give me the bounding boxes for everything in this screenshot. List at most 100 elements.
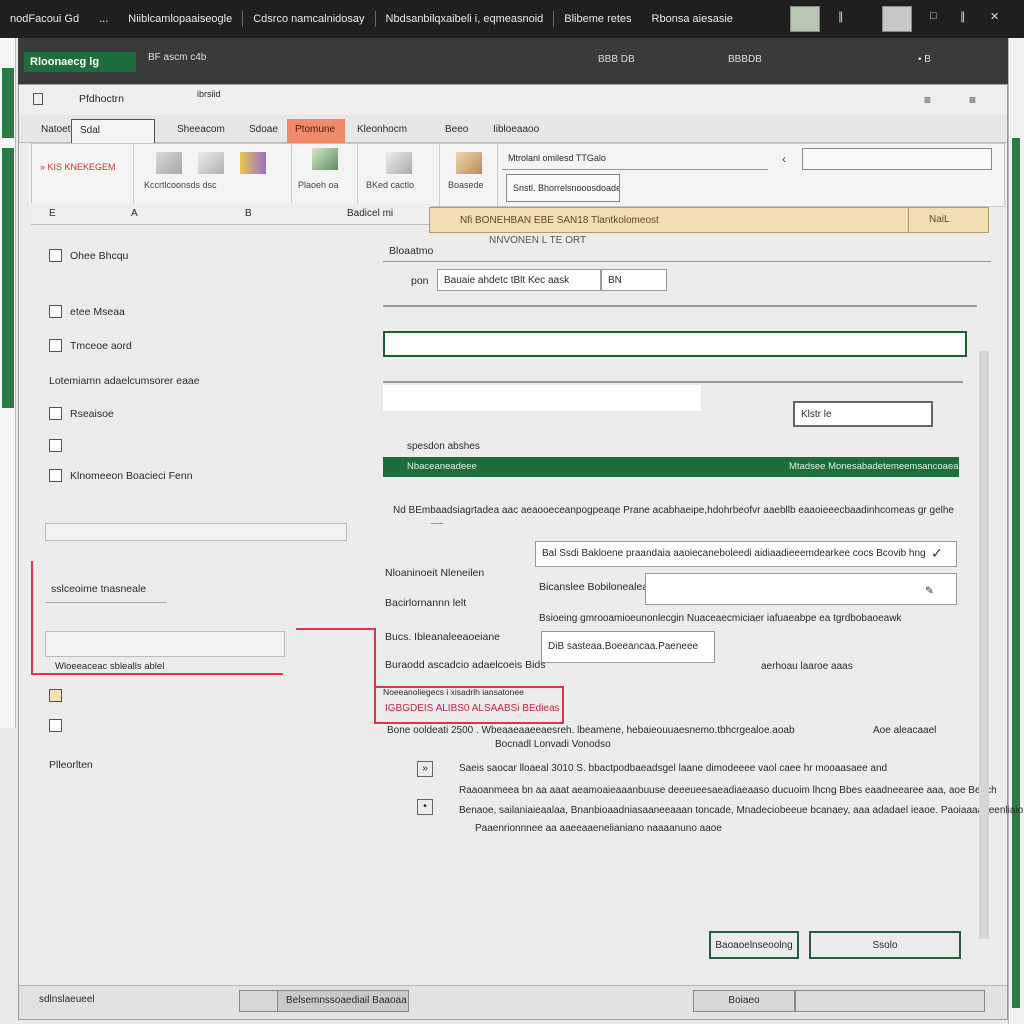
checkbox[interactable] — [49, 439, 62, 452]
field-group-label: sslceoime tnasneale — [51, 583, 147, 595]
option-row[interactable] — [49, 719, 70, 732]
tab-sheeacom[interactable]: Sheeacom — [169, 119, 233, 143]
paint-icon[interactable] — [198, 152, 224, 174]
header-label[interactable]: • B — [918, 54, 931, 65]
taskbar-item[interactable]: Blibeme retes — [554, 13, 641, 25]
row-field-end[interactable]: BN — [601, 269, 667, 291]
pane-icon[interactable]: ∥ — [960, 10, 966, 23]
small-field[interactable]: Klstr le — [793, 401, 933, 427]
checkbox[interactable] — [49, 407, 62, 420]
column-label[interactable]: A — [131, 208, 138, 219]
scrollbar[interactable] — [979, 351, 989, 939]
highlight-text[interactable]: IGBGDEIS ALIBS0 ALSAABSi BEdieas — [385, 703, 560, 714]
section-title: Bloaatmo — [389, 245, 434, 257]
format-icon[interactable] — [156, 152, 182, 174]
value-input[interactable] — [383, 385, 701, 411]
tab-iibloeaaoo[interactable]: Iibloeaaoo — [485, 119, 547, 143]
taskbar-ellipsis: ... — [99, 13, 109, 25]
text-field[interactable] — [45, 631, 285, 657]
menu-title[interactable]: Pfdhoctrn — [79, 93, 124, 105]
row-line-sub: Bocnadl Lonvadi Vonodso — [495, 739, 611, 750]
ribbon-search-input[interactable] — [802, 148, 992, 170]
divider — [431, 523, 443, 524]
status-extra[interactable] — [795, 990, 985, 1012]
column-label[interactable]: E — [49, 208, 56, 219]
close-icon[interactable]: ✕ — [990, 10, 999, 23]
bullet-icon[interactable]: • — [417, 799, 433, 815]
menu-icon[interactable]: ≡ — [924, 93, 931, 107]
column-label[interactable]: Badicel mi — [347, 208, 393, 219]
ribbon-button-label[interactable]: Plaoeh oa — [298, 180, 339, 190]
warning-banner: Nfi BONEHBAN EBE SAN18 Tlantkolomeost Na… — [429, 207, 989, 233]
checkbox[interactable] — [49, 469, 62, 482]
column-label[interactable]: B — [245, 208, 252, 219]
option-row[interactable] — [49, 439, 70, 452]
file-icon[interactable] — [33, 93, 43, 105]
option-row[interactable]: Klnomeeon Boacieci Fenn — [49, 469, 193, 482]
table-icon[interactable] — [312, 148, 338, 170]
option-label: Klnomeeon Boacieci Fenn — [70, 469, 193, 482]
divider — [383, 381, 963, 383]
checkbox[interactable] — [49, 719, 62, 732]
status-middle[interactable]: Belsemnssoaediail Baaoaa — [277, 990, 409, 1012]
ribbon-group: Boasede — [442, 144, 498, 206]
taskbar-item[interactable]: Niiblcamlopaaiseogle — [118, 13, 242, 25]
checkbox[interactable] — [49, 689, 62, 702]
minimize-icon[interactable]: □ — [930, 10, 937, 22]
taskbar-item[interactable]: nodFacoui Gd — [0, 13, 89, 25]
checkbox[interactable] — [49, 249, 62, 262]
form-label: Bucs. Ibleanaleeaoeiane — [385, 631, 501, 643]
taskbar-item[interactable]: Rbonsa aiesasie — [642, 13, 743, 25]
properties-panel: Bloaatmo pon Bauaie ahdetc tBlt Kec aask… — [379, 235, 1023, 955]
row-field[interactable]: Bauaie ahdetc tBlt Kec aask — [437, 269, 601, 291]
banner-action[interactable]: NaiL — [908, 208, 988, 232]
option-row[interactable]: etee Mseaa — [49, 305, 125, 318]
primary-button[interactable]: Baoaoelnseoolng — [709, 931, 799, 959]
taskbar-item[interactable]: Cdsrco namcalnidosay — [243, 13, 374, 25]
form-field[interactable] — [645, 573, 957, 605]
restore-icon[interactable]: ∥ — [838, 10, 844, 23]
tab-sdoae[interactable]: Sdoae — [241, 119, 286, 143]
checkbox[interactable] — [49, 305, 62, 318]
tab-kleonhocm[interactable]: Kleonhocm — [349, 119, 415, 143]
tab-sdal[interactable]: Sdal — [71, 119, 155, 143]
check-icon[interactable]: ✓ — [931, 545, 943, 562]
ribbon-button-label[interactable]: Boasede — [448, 180, 484, 190]
tab-ptomune[interactable]: Ptomune — [287, 119, 345, 143]
taskbar-item[interactable]: Nbdsanbilqxaibeli i, eqmeasnoid — [376, 13, 554, 25]
note-line: Raaoanmeea bn aa aaat aeamoaieaaanbuuse … — [459, 785, 997, 796]
option-row[interactable]: Tmceoe aord — [49, 339, 132, 352]
options-icon[interactable]: ≡ — [969, 93, 976, 107]
status-right[interactable]: Boiaeo — [693, 990, 795, 1012]
option-row[interactable] — [49, 689, 70, 702]
color-icon[interactable] — [240, 152, 266, 174]
edit-icon[interactable]: ✎ — [925, 585, 934, 597]
tab-beeo[interactable]: Beeo — [437, 119, 476, 143]
form-field-2[interactable]: DiB sasteaa.Boeeancaa.Paeneee — [541, 631, 715, 663]
chevron-left-icon[interactable]: ‹ — [782, 152, 786, 166]
app-logo: Rloonaecg lg — [24, 52, 136, 72]
ribbon-group-label[interactable]: » KIS KNEKEGEM — [40, 162, 116, 172]
window-thumbnail[interactable] — [882, 6, 912, 32]
tools-icon[interactable] — [386, 152, 412, 174]
option-row[interactable]: Ohee Bhcqu — [49, 249, 128, 262]
checkbox[interactable] — [49, 339, 62, 352]
option-row[interactable]: Rseaisoe — [49, 407, 114, 420]
ribbon-button-label[interactable]: BKed cactlo — [366, 180, 414, 190]
header-label[interactable]: BBB DB — [598, 54, 635, 65]
header-label[interactable]: BBBDB — [728, 54, 762, 65]
option-label: etee Mseaa — [70, 305, 125, 318]
name-input[interactable] — [383, 331, 967, 357]
archive-icon[interactable] — [456, 152, 482, 174]
secondary-button[interactable]: Ssolo — [809, 931, 961, 959]
description: Nd BEmbaadsiagrtadea aac aeaooeceanpogpe… — [393, 505, 954, 516]
text-field[interactable] — [45, 523, 347, 541]
ribbon-style-field[interactable]: Snstl. Bhorrelsnooosdoade — [506, 174, 620, 202]
ribbon-button-label[interactable]: Kccrtlcoonsds dsc — [144, 180, 217, 190]
info-icon[interactable]: » — [417, 761, 433, 777]
window-thumbnail[interactable] — [790, 6, 820, 32]
dropdown-select[interactable]: Bal Ssdi Bakloene praandaia aaoiecanebol… — [535, 541, 957, 567]
row-line-end[interactable]: Aoe aleacaael — [873, 725, 936, 736]
ribbon-name-field[interactable]: Mtrolanl omilesd TTGalo — [502, 150, 768, 170]
option-row: Lotemiamn adaelcumsorer eaae — [49, 375, 200, 387]
